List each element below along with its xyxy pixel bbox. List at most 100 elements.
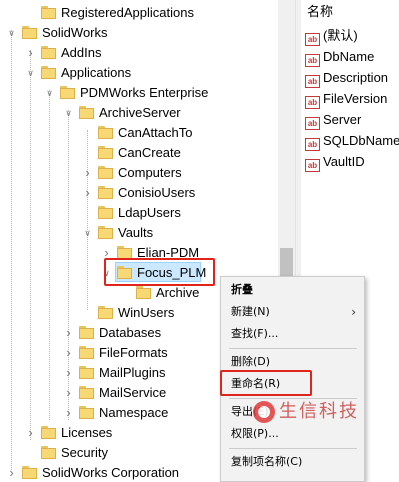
watermark-text: 生信科技 <box>279 401 359 422</box>
value-row[interactable]: ab SQLDbName <box>305 130 399 151</box>
value-name: Description <box>323 70 389 85</box>
folder-icon <box>98 226 113 239</box>
watermark-logo: 生信科技 <box>253 399 393 425</box>
chevron-right-icon[interactable]: › <box>83 183 92 203</box>
folder-icon <box>41 426 56 439</box>
menu-separator <box>229 448 357 449</box>
chevron-right-icon[interactable]: › <box>26 423 35 443</box>
chevron-right-icon[interactable]: › <box>64 343 73 363</box>
tree-item-label: Vaults <box>118 225 154 240</box>
tree-item-label: Archive <box>156 285 200 300</box>
tree-item-pdmworks-enterprise[interactable]: ∨ PDMWorks Enterprise <box>0 83 278 103</box>
menu-item-new-label: 新建(N) <box>231 305 270 318</box>
folder-icon <box>79 326 94 339</box>
folder-icon <box>60 86 75 99</box>
menu-item-collapse[interactable]: 折叠 <box>221 279 364 301</box>
tree-item-computers[interactable]: › Computers <box>0 163 278 183</box>
tree-item-label: CanAttachTo <box>118 125 193 140</box>
value-row[interactable]: ab (默认) <box>305 25 358 46</box>
chevron-down-icon[interactable]: ∨ <box>7 23 16 43</box>
value-name: Server <box>323 112 362 127</box>
folder-icon <box>79 406 94 419</box>
folder-icon <box>79 106 94 119</box>
menu-separator <box>229 348 357 349</box>
string-value-icon: ab <box>305 117 320 130</box>
folder-icon <box>79 346 94 359</box>
tree-item-label: WinUsers <box>118 305 175 320</box>
tree-item-addins[interactable]: › AddIns <box>0 43 278 63</box>
tree-item-label: SolidWorks Corporation <box>42 465 180 480</box>
string-value-icon: ab <box>305 138 320 151</box>
chevron-right-icon[interactable]: › <box>26 43 35 63</box>
folder-icon <box>41 66 56 79</box>
folder-icon <box>41 446 56 459</box>
value-row[interactable]: ab Server <box>305 109 361 130</box>
string-value-icon: ab <box>305 54 320 67</box>
string-value-icon: ab <box>305 75 320 88</box>
value-name: DbName <box>323 49 375 64</box>
tree-item-conisiousers[interactable]: › ConisioUsers <box>0 183 278 203</box>
tree-item-label: Databases <box>99 325 162 340</box>
folder-icon <box>98 306 113 319</box>
folder-icon <box>79 366 94 379</box>
folder-icon <box>98 206 113 219</box>
value-name: (默认) <box>323 28 358 43</box>
chevron-right-icon[interactable]: › <box>7 463 16 482</box>
value-row[interactable]: ab Description <box>305 67 388 88</box>
tree-item-solidworks[interactable]: ∨ SolidWorks <box>0 23 278 43</box>
string-value-icon: ab <box>305 96 320 109</box>
tree-item-vaults[interactable]: ∨ Vaults <box>0 223 278 243</box>
chevron-down-icon[interactable]: ∨ <box>83 223 92 243</box>
folder-icon <box>22 466 37 479</box>
string-value-icon: ab <box>305 33 320 46</box>
tree-item-label: CanCreate <box>118 145 181 160</box>
folder-icon <box>41 6 56 19</box>
tree-item-label: FileFormats <box>99 345 168 360</box>
tree-item-label: SolidWorks <box>42 25 108 40</box>
folder-icon <box>98 186 113 199</box>
value-name: FileVersion <box>323 91 388 106</box>
tree-item-label: RegisteredApplications <box>61 5 194 20</box>
menu-item-permissions[interactable]: 权限(P)... <box>221 423 364 445</box>
menu-item-new[interactable]: 新建(N) › <box>221 301 364 323</box>
value-name: VaultID <box>323 154 365 169</box>
folder-icon <box>98 146 113 159</box>
tree-item-label: PDMWorks Enterprise <box>80 85 209 100</box>
value-row[interactable]: ab DbName <box>305 46 374 67</box>
chevron-right-icon[interactable]: › <box>64 383 73 403</box>
folder-icon <box>41 46 56 59</box>
folder-icon <box>98 166 113 179</box>
watermark-logo-icon <box>253 401 275 423</box>
tree-item-label: Licenses <box>61 425 113 440</box>
chevron-right-icon[interactable]: › <box>64 403 73 423</box>
value-row[interactable]: ab VaultID <box>305 151 365 172</box>
chevron-right-icon[interactable]: › <box>64 363 73 383</box>
values-column-header-name[interactable]: 名称 <box>301 0 399 24</box>
tree-item-registeredapplications[interactable]: RegisteredApplications <box>0 3 278 23</box>
chevron-right-icon[interactable]: › <box>83 163 92 183</box>
chevron-down-icon[interactable]: ∨ <box>64 103 73 123</box>
value-row[interactable]: ab FileVersion <box>305 88 387 109</box>
tree-item-label: Computers <box>118 165 182 180</box>
tree-item-label: Applications <box>61 65 132 80</box>
menu-item-find[interactable]: 查找(F)... <box>221 323 364 345</box>
tree-item-label: MailService <box>99 385 167 400</box>
tree-item-cancreate[interactable]: CanCreate <box>0 143 278 163</box>
focus-plm-highlight-box <box>104 258 215 286</box>
tree-item-ldapusers[interactable]: LdapUsers <box>0 203 278 223</box>
folder-icon <box>79 386 94 399</box>
chevron-right-icon[interactable]: › <box>64 323 73 343</box>
tree-item-canattachto[interactable]: CanAttachTo <box>0 123 278 143</box>
tree-item-applications[interactable]: ∨ Applications <box>0 63 278 83</box>
chevron-down-icon[interactable]: ∨ <box>45 83 54 103</box>
string-value-icon: ab <box>305 159 320 172</box>
chevron-down-icon[interactable]: ∨ <box>26 63 35 83</box>
rename-highlight-box <box>220 370 312 396</box>
submenu-arrow-icon: › <box>351 305 356 319</box>
menu-item-copy-key-name[interactable]: 复制项名称(C) <box>221 451 364 473</box>
folder-icon <box>136 286 151 299</box>
tree-item-label: ArchiveServer <box>99 105 181 120</box>
tree-item-label: MailPlugins <box>99 365 166 380</box>
tree-item-label: LdapUsers <box>118 205 181 220</box>
tree-item-archiveserver[interactable]: ∨ ArchiveServer <box>0 103 278 123</box>
